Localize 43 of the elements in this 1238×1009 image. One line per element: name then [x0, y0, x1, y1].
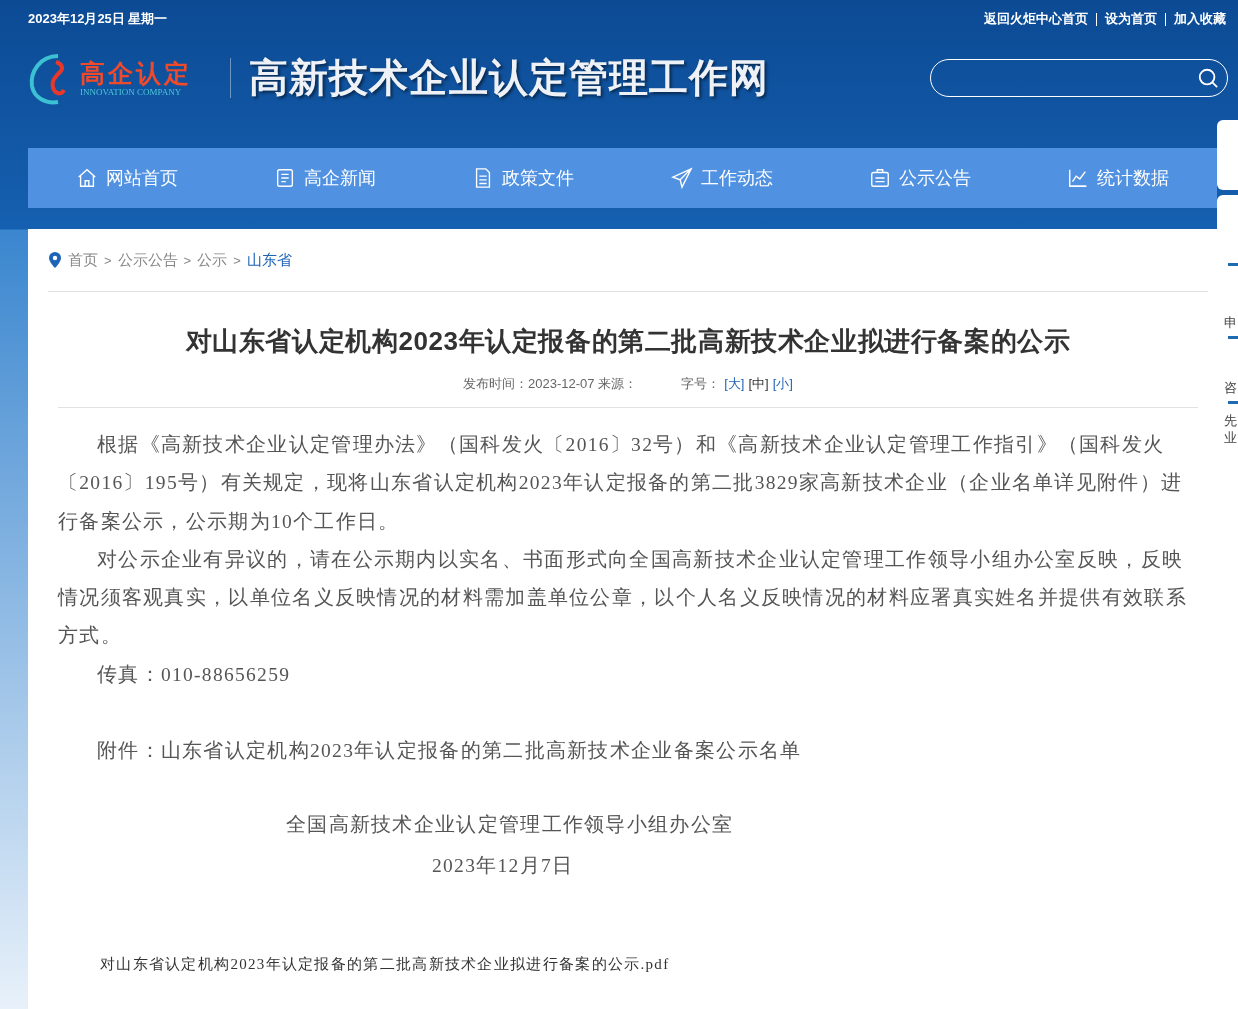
breadcrumb-separator: >: [104, 252, 112, 268]
clipboard-icon: [868, 167, 891, 189]
side-panel: [1217, 120, 1238, 190]
side-panel-text: 先业: [1224, 412, 1238, 446]
paper-plane-icon: [670, 167, 693, 189]
signature-text: 全国高新技术企业认定管理工作领导小组办公室: [285, 813, 735, 838]
breadcrumb-link[interactable]: 首页: [68, 250, 98, 270]
nav-item[interactable]: 网站首页: [28, 148, 227, 208]
attachment-line: 附件：山东省认定机构2023年认定报备的第二批高新技术企业备案公示名单: [96, 739, 803, 764]
logo-subtitle: INNOVATION COMPANY: [80, 87, 183, 97]
breadcrumb-separator: >: [233, 252, 241, 268]
article-paragraph: 根据《高新技术企业认定管理办法》（国科发火〔2016〕32号）和《高新技术企业认定管理工作指引》（国科发火〔2016〕195号）有关规定，现将山东省认定机构2023年认定报备的第二批3829家高新技术企业（企业名单详见附件）进行备案公示，公示期为10个工作日。: [58, 433, 1184, 534]
breadcrumb-link[interactable]: 山东省: [246, 250, 292, 270]
site-title: 高新技术企业认定管理工作网: [249, 53, 769, 102]
nav-item[interactable]: 统计数据: [1018, 148, 1217, 208]
nav-item[interactable]: 公示公告: [820, 148, 1019, 208]
logo-text: 高企认定: [80, 59, 192, 87]
publish-info: 发布时间：2023-12-07 来源：: [463, 375, 638, 393]
font-size-link[interactable]: [大]: [724, 375, 745, 393]
attachment-link[interactable]: 对山东省认定机构2023年认定报备的第二批高新技术企业拟进行备案的公示.pdf: [100, 944, 1198, 984]
font-size-link[interactable]: [小]: [772, 375, 793, 393]
header-link[interactable]: 返回火炬中心首页: [984, 10, 1088, 28]
nav-item[interactable]: 政策文件: [424, 148, 623, 208]
header-link[interactable]: 设为首页: [1105, 10, 1157, 28]
chart-icon: [1066, 167, 1089, 189]
location-pin-icon: [48, 251, 62, 269]
home-icon: [76, 167, 99, 189]
font-size-link[interactable]: [中]: [748, 375, 769, 393]
nav-item[interactable]: 高企新闻: [226, 148, 425, 208]
article-title: 对山东省认定机构2023年认定报备的第二批高新技术企业拟进行备案的公示: [184, 325, 1072, 358]
date-text: 2023年12月25日 星期一: [28, 10, 168, 28]
side-panel-text: 咨: [1224, 379, 1238, 396]
article-paragraph: 传真：010-88656259: [96, 662, 292, 687]
article-paragraph: 对公示企业有异议的，请在公示期内以实名、书面形式向全国高新技术企业认定管理工作领导小组办公室反映，反映情况须客观真实，以单位名义反映情况的材料需加盖单位公章，以个人名义反映情况的材料应署真实姓名并提供有效联系方式。: [58, 547, 1188, 649]
breadcrumb-separator: >: [183, 252, 192, 268]
breadcrumb-link[interactable]: 公示公告: [117, 250, 178, 270]
font-size-label: 字号：: [681, 375, 721, 393]
header-link[interactable]: 加入收藏: [1174, 10, 1226, 28]
search-icon[interactable]: [1197, 67, 1219, 89]
date-text: 2023年12月7日: [431, 853, 575, 878]
nav-item[interactable]: 工作动态: [622, 148, 821, 208]
breadcrumb-link[interactable]: 公示: [197, 250, 228, 270]
side-panel-text: 申: [1224, 314, 1238, 331]
